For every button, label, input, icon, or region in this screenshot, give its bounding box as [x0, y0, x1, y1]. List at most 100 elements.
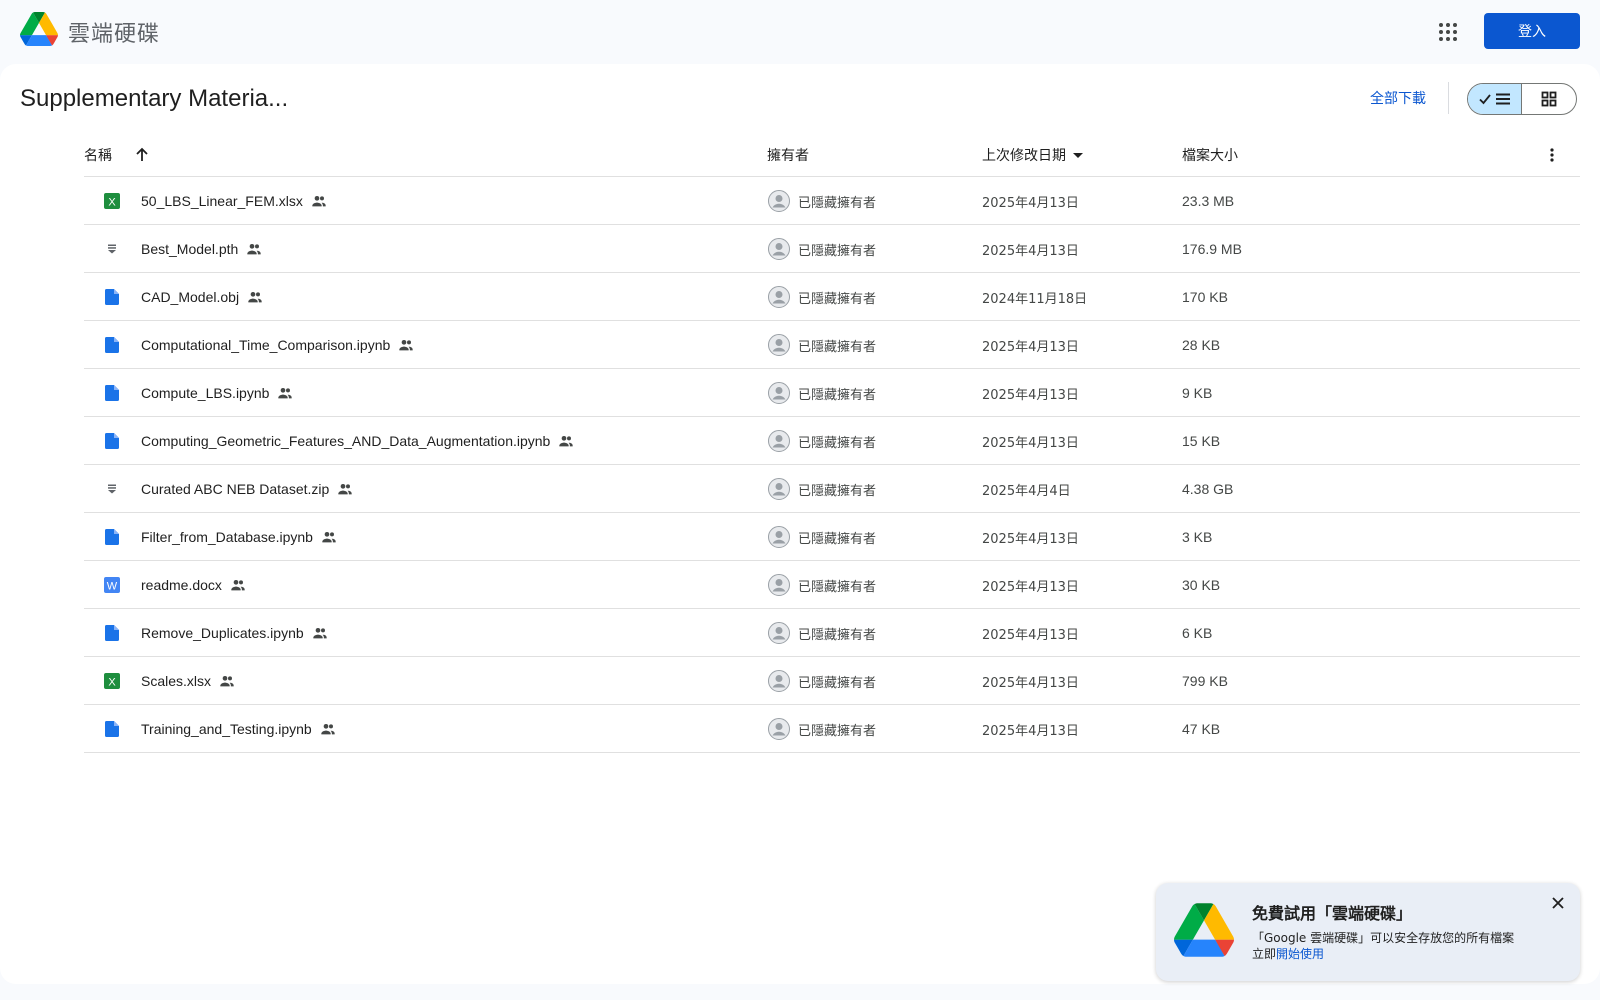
grid-view-icon [1541, 91, 1557, 107]
column-owner-label: 擁有者 [767, 148, 809, 164]
file-name: Computing_Geometric_Features_AND_Data_Au… [141, 433, 551, 449]
file-name-cell[interactable]: Curated ABC NEB Dataset.zip [141, 465, 353, 513]
owner-cell: 已隱藏擁有者 [768, 513, 876, 561]
svg-text:X: X [108, 677, 116, 689]
file-name-cell[interactable]: 50_LBS_Linear_FEM.xlsx [141, 177, 327, 225]
table-row[interactable]: X Scales.xlsx 已隱藏擁有者 2025年4月13日 799 KB [84, 657, 1580, 705]
shared-icon [247, 289, 263, 305]
avatar-icon [768, 238, 790, 260]
owner-name: 已隱藏擁有者 [798, 243, 877, 259]
document-icon [104, 369, 120, 417]
shared-icon [312, 625, 328, 641]
table-row[interactable]: Filter_from_Database.ipynb 已隱藏擁有者 2025年4月1… [84, 513, 1580, 561]
file-name-cell[interactable]: CAD_Model.obj [141, 273, 263, 321]
avatar-icon [768, 670, 790, 692]
google-apps-icon[interactable] [1436, 20, 1460, 44]
owner-name: 已隱藏擁有者 [798, 339, 877, 355]
promo-cta-prefix: 立即 [1252, 947, 1277, 961]
file-name-cell[interactable]: Scales.xlsx [141, 657, 235, 705]
avatar-icon [768, 574, 790, 596]
file-name: 50_LBS_Linear_FEM.xlsx [141, 193, 303, 209]
word-icon: W [104, 561, 120, 609]
modified-date: 2025年4月13日 [982, 675, 1079, 691]
file-name-cell[interactable]: Training_and_Testing.ipynb [141, 705, 336, 753]
table-row[interactable]: X 50_LBS_Linear_FEM.xlsx 已隱藏擁有者 2025年4月13日 2… [84, 177, 1580, 225]
owner-name: 已隱藏擁有者 [798, 195, 877, 211]
list-view-button[interactable] [1468, 84, 1523, 114]
file-name: Best_Model.pth [141, 241, 239, 257]
column-name[interactable]: 名稱 [84, 145, 150, 165]
document-icon [104, 513, 120, 561]
shared-icon [219, 673, 235, 689]
table-body: X 50_LBS_Linear_FEM.xlsx 已隱藏擁有者 2025年4月13日 2… [84, 177, 1580, 753]
document-icon [104, 273, 120, 321]
file-size: 4.38 GB [1182, 481, 1234, 497]
modified-date: 2025年4月13日 [982, 723, 1079, 739]
owner-cell: 已隱藏擁有者 [768, 177, 876, 225]
drive-logo-icon [1174, 903, 1234, 957]
modified-date: 2024年11月18日 [982, 291, 1088, 307]
file-size: 6 KB [1182, 625, 1213, 641]
drive-logo-icon[interactable] [20, 12, 58, 46]
table-row[interactable]: Best_Model.pth 已隱藏擁有者 2025年4月13日 176.9 MB [84, 225, 1580, 273]
column-modified[interactable]: 上次修改日期 [982, 145, 1086, 165]
owner-name: 已隱藏擁有者 [798, 627, 877, 643]
owner-name: 已隱藏擁有者 [798, 723, 877, 739]
file-name-cell[interactable]: Remove_Duplicates.ipynb [141, 609, 328, 657]
more-options-icon[interactable] [1540, 143, 1564, 167]
file-name: CAD_Model.obj [141, 289, 240, 305]
table-row[interactable]: Computational_Time_Comparison.ipynb 已隱藏擁有… [84, 321, 1580, 369]
promo-cta: 立即開始使用 [1252, 945, 1324, 962]
file-name-cell[interactable]: Computing_Geometric_Features_AND_Data_Au… [141, 417, 574, 465]
file-name-cell[interactable]: Compute_LBS.ipynb [141, 369, 293, 417]
file-size: 23.3 MB [1182, 193, 1235, 209]
column-size: 檔案大小 [1182, 145, 1238, 165]
owner-name: 已隱藏擁有者 [798, 579, 877, 595]
shared-icon [398, 337, 414, 353]
avatar-icon [768, 718, 790, 740]
view-toggle [1467, 83, 1577, 115]
column-owner: 擁有者 [767, 145, 809, 165]
file-name-cell[interactable]: Filter_from_Database.ipynb [141, 513, 337, 561]
grid-view-button[interactable] [1522, 84, 1576, 114]
owner-name: 已隱藏擁有者 [798, 435, 877, 451]
shared-icon [337, 481, 353, 497]
table-row[interactable]: Computing_Geometric_Features_AND_Data_Au… [84, 417, 1580, 465]
file-name-cell[interactable]: readme.docx [141, 561, 246, 609]
table-row[interactable]: Wreadme.docx 已隱藏擁有者 2025年4月13日 30 KB [84, 561, 1580, 609]
file-name-cell[interactable]: Best_Model.pth [141, 225, 262, 273]
divider [1448, 82, 1449, 114]
svg-text:W: W [107, 581, 118, 593]
file-table: 名稱 擁有者 上次修改日期 檔案大小 X 50_LBS_Linear_FEM.x… [84, 139, 1580, 753]
signin-button[interactable]: 登入 [1484, 13, 1580, 49]
table-row[interactable]: Training_and_Testing.ipynb 已隱藏擁有者 2025年4月1… [84, 705, 1580, 753]
modified-date: 2025年4月13日 [982, 531, 1079, 547]
shared-icon [230, 577, 246, 593]
get-started-link[interactable]: 開始使用 [1276, 947, 1324, 961]
table-row[interactable]: Compute_LBS.ipynb 已隱藏擁有者 2025年4月13日 9 KB [84, 369, 1580, 417]
file-size: 799 KB [1182, 673, 1228, 689]
file-generic-icon [104, 465, 120, 513]
file-name: Compute_LBS.ipynb [141, 385, 270, 401]
sort-ascending-icon[interactable] [134, 147, 150, 163]
owner-cell: 已隱藏擁有者 [768, 225, 876, 273]
modified-date: 2025年4月13日 [982, 627, 1079, 643]
file-size: 170 KB [1182, 289, 1228, 305]
owner-cell: 已隱藏擁有者 [768, 369, 876, 417]
document-icon [104, 609, 120, 657]
file-name: Curated ABC NEB Dataset.zip [141, 481, 330, 497]
document-icon [104, 417, 120, 465]
table-row[interactable]: Curated ABC NEB Dataset.zip 已隱藏擁有者 2025年4月… [84, 465, 1580, 513]
table-row[interactable]: CAD_Model.obj 已隱藏擁有者 2024年11月18日 170 KB [84, 273, 1580, 321]
download-all-button[interactable]: 全部下載 [1370, 88, 1426, 108]
modified-date: 2025年4月13日 [982, 579, 1079, 595]
list-view-icon [1478, 93, 1510, 105]
file-name-cell[interactable]: Computational_Time_Comparison.ipynb [141, 321, 414, 369]
column-size-label: 檔案大小 [1182, 148, 1238, 164]
file-name: Training_and_Testing.ipynb [141, 721, 312, 737]
promo-description: 「Google 雲端硬碟」可以安全存放您的所有檔案 [1252, 931, 1515, 945]
table-row[interactable]: Remove_Duplicates.ipynb 已隱藏擁有者 2025年4月13日 6… [84, 609, 1580, 657]
close-icon[interactable] [1550, 895, 1566, 911]
folder-title[interactable]: Supplementary Materia... [20, 85, 288, 113]
owner-name: 已隱藏擁有者 [798, 291, 877, 307]
